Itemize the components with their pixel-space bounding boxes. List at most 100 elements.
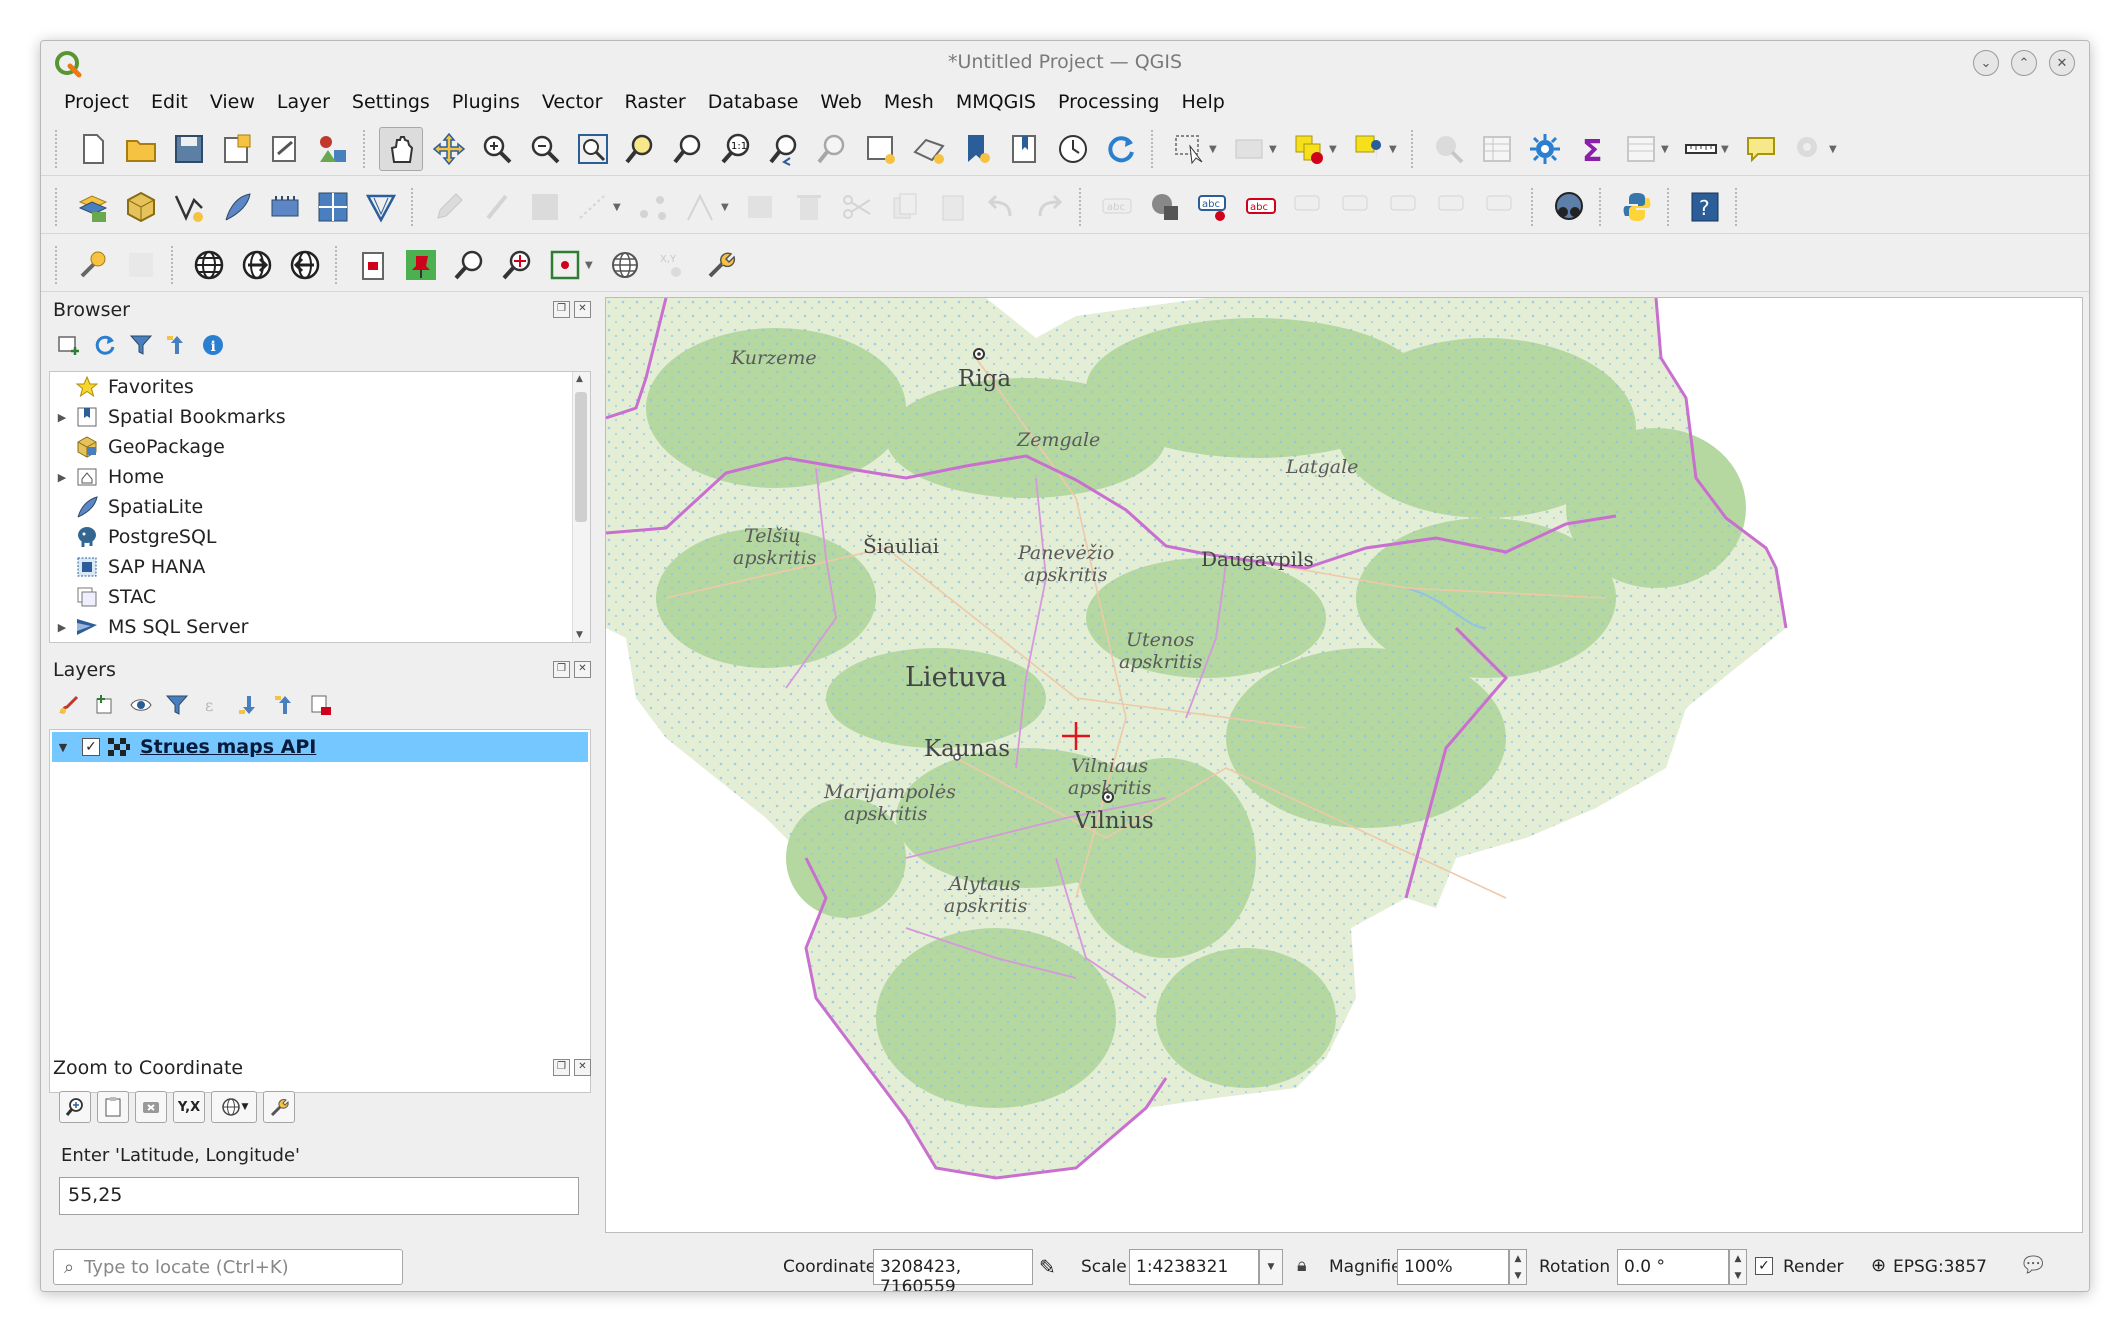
menu-help[interactable]: Help	[1170, 87, 1235, 121]
messages-icon[interactable]: 💬︎	[2019, 1253, 2047, 1278]
menu-processing[interactable]: Processing	[1047, 87, 1170, 121]
map-tips-button[interactable]	[1739, 127, 1783, 171]
layout-manager-button[interactable]	[263, 127, 307, 171]
cut-features-button[interactable]	[835, 185, 879, 229]
menu-vector[interactable]: Vector	[531, 87, 614, 121]
crs-globe-icon[interactable]: ⊕	[1871, 1255, 1886, 1276]
help-contents-button[interactable]: ?	[1683, 185, 1727, 229]
layers-float-button[interactable]: ❐	[553, 661, 570, 678]
browser-collapse-button[interactable]	[163, 331, 191, 359]
quickmapservices-button[interactable]	[1547, 185, 1591, 229]
swap-yx-button[interactable]: Y,X	[173, 1091, 205, 1123]
copy-features-button[interactable]	[883, 185, 927, 229]
browser-item-favorites[interactable]: Favorites	[50, 372, 194, 402]
zoom-to-extent-button[interactable]	[543, 243, 587, 287]
save-project-button[interactable]	[167, 127, 211, 171]
zoom-to-coordinate-button[interactable]	[495, 243, 539, 287]
change-label-button[interactable]	[1479, 185, 1523, 229]
zoom-float-button[interactable]: ❐	[553, 1059, 570, 1076]
layer-visibility-checkbox[interactable]: ✓	[82, 738, 100, 756]
menu-settings[interactable]: Settings	[341, 87, 441, 121]
browser-item-geopackage[interactable]: GeoPackage	[50, 432, 225, 462]
layers-close-button[interactable]: ✕	[574, 661, 591, 678]
new-3d-map-button[interactable]	[907, 127, 951, 171]
lock-icon[interactable]: 🔒︎	[1297, 1255, 1307, 1276]
expand-arrow-icon[interactable]: ▶	[50, 621, 74, 634]
menu-raster[interactable]: Raster	[613, 87, 696, 121]
select-location-dropdown-icon[interactable]: ▼	[1389, 144, 1401, 155]
select-features-button[interactable]	[1167, 127, 1211, 171]
zoom-to-button[interactable]	[59, 1091, 91, 1123]
georeferencer-button[interactable]	[71, 243, 115, 287]
new-project-button[interactable]	[71, 127, 115, 171]
deselect-features-button[interactable]	[1287, 127, 1331, 171]
paste-features-button[interactable]	[931, 185, 975, 229]
crs-button[interactable]: EPSG:3857	[1893, 1257, 1987, 1277]
modify-attributes-button[interactable]	[679, 185, 723, 229]
processing-toolbox-button[interactable]	[1523, 127, 1567, 171]
xy-tool-button[interactable]: X,Y	[651, 243, 695, 287]
collapse-all-button[interactable]	[271, 691, 299, 719]
pan-to-selection-button[interactable]	[427, 127, 471, 171]
browser-item-home[interactable]: ▶ Home	[50, 462, 164, 492]
new-spatialite-layer-button[interactable]	[215, 185, 259, 229]
manage-visibility-button[interactable]	[127, 691, 155, 719]
menu-web[interactable]: Web	[809, 87, 872, 121]
browser-filter-button[interactable]	[127, 331, 155, 359]
undo-button[interactable]	[979, 185, 1023, 229]
select-dropdown-icon[interactable]: ▼	[1209, 144, 1221, 155]
browser-item-postgresql[interactable]: PostgreSQL	[50, 522, 217, 552]
new-bookmark-button[interactable]	[955, 127, 999, 171]
browser-add-layer-button[interactable]	[55, 331, 83, 359]
locator-search-input[interactable]: ⌕ Type to locate (Ctrl+K)	[53, 1249, 403, 1285]
select-by-location-button[interactable]	[1347, 127, 1391, 171]
zoom-in-button[interactable]	[475, 127, 519, 171]
new-temporary-layer-button[interactable]	[263, 185, 307, 229]
browser-scroll-thumb[interactable]	[575, 392, 587, 522]
filter-legend-button[interactable]	[163, 691, 191, 719]
measure-dropdown-icon[interactable]: ▼	[1721, 144, 1733, 155]
map-canvas[interactable]: Kurzeme Riga Zemgale Latgale Telšių apsk…	[605, 297, 2083, 1233]
menu-plugins[interactable]: Plugins	[441, 87, 531, 121]
magnifier-field[interactable]: 100%	[1397, 1249, 1509, 1285]
add-placemark-button[interactable]	[399, 243, 443, 287]
data-source-manager-button[interactable]	[71, 185, 115, 229]
zoom-full-button[interactable]	[571, 127, 615, 171]
expand-all-button[interactable]	[235, 691, 263, 719]
browser-item-sap-hana[interactable]: SAP HANA	[50, 552, 205, 582]
scale-dropdown-icon[interactable]: ▼	[1259, 1249, 1283, 1285]
new-mesh-layer-button[interactable]	[359, 185, 403, 229]
browser-info-button[interactable]: i	[199, 331, 227, 359]
menu-database[interactable]: Database	[697, 87, 810, 121]
zoom-out-button[interactable]	[523, 127, 567, 171]
new-map-view-button[interactable]	[859, 127, 903, 171]
digitizing-tools-button[interactable]	[119, 243, 163, 287]
label-tool-button[interactable]: abc	[1095, 185, 1139, 229]
extent-dropdown-icon[interactable]: ▼	[585, 260, 597, 271]
browser-item-stac[interactable]: STAC	[50, 582, 156, 612]
maximize-button[interactable]: ⌃	[2011, 50, 2037, 76]
mmqgis-geocode-button[interactable]	[187, 243, 231, 287]
expand-arrow-icon[interactable]: ▶	[50, 411, 74, 424]
plugin-settings-button[interactable]	[699, 243, 743, 287]
browser-item-spatial-bookmarks[interactable]: ▶ Spatial Bookmarks	[50, 402, 286, 432]
toggle-extents-icon[interactable]: ✎	[1039, 1255, 1056, 1279]
remove-layer-button[interactable]	[307, 691, 335, 719]
coordinate-field[interactable]: 3208423, 7160559	[873, 1249, 1033, 1291]
current-edits-button[interactable]	[475, 185, 519, 229]
browser-float-button[interactable]: ❐	[553, 301, 570, 318]
new-shapefile-layer-button[interactable]	[167, 185, 211, 229]
rotate-label-button[interactable]	[1431, 185, 1475, 229]
collapse-arrow-icon[interactable]: ▼	[52, 741, 74, 754]
menu-mesh[interactable]: Mesh	[873, 87, 945, 121]
new-virtual-layer-button[interactable]	[311, 185, 355, 229]
statistical-summary-button[interactable]: Σ	[1571, 127, 1615, 171]
identify-features-button[interactable]	[1427, 127, 1471, 171]
delete-selected-button[interactable]	[787, 185, 831, 229]
pan-map-button[interactable]	[379, 127, 423, 171]
copy-canvas-button[interactable]	[351, 243, 395, 287]
scale-field[interactable]: 1:4238321	[1129, 1249, 1259, 1285]
coordinate-input[interactable]: 55,25	[59, 1177, 579, 1215]
zoom-settings-button[interactable]	[263, 1091, 295, 1123]
browser-item-spatialite[interactable]: SpatiaLite	[50, 492, 203, 522]
